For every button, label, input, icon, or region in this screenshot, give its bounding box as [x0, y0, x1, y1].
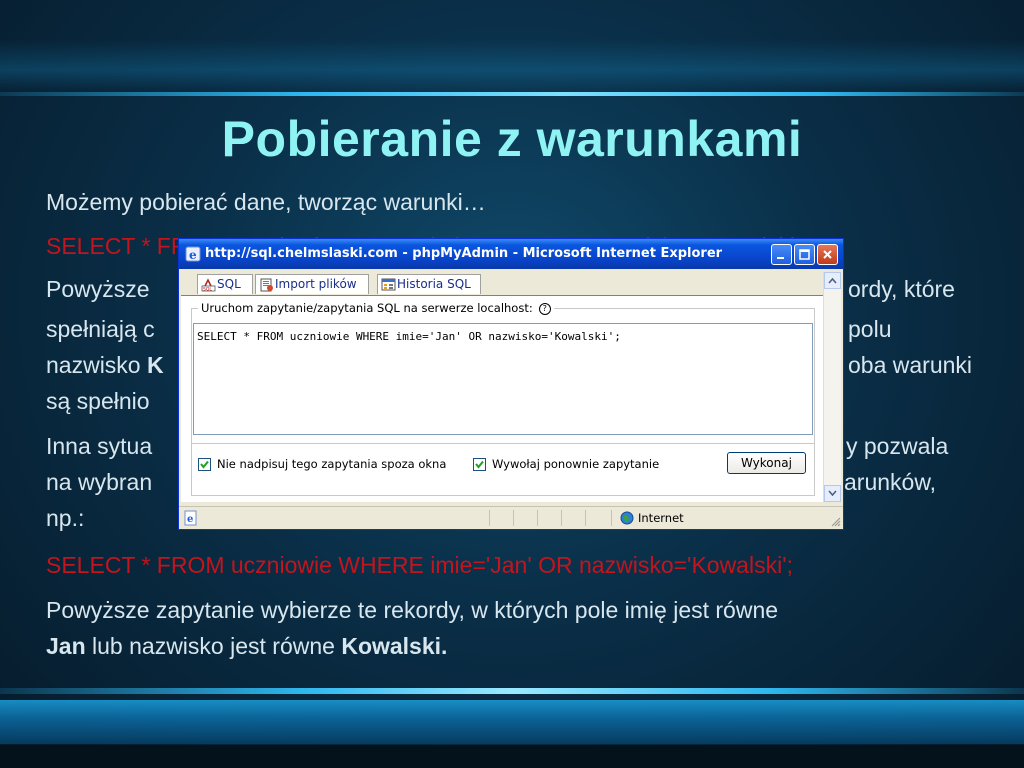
p6-bold-jan: Jan [46, 633, 86, 659]
ie-icon: e [185, 246, 201, 262]
rerun-query-label[interactable]: Wywołaj ponownie zapytanie [492, 457, 659, 471]
sql-query-fieldset: Uruchom zapytanie/zapytania SQL na serwe… [191, 301, 815, 496]
dont-overwrite-checkbox[interactable] [198, 458, 211, 471]
p6-text2: lub nazwisko jest równe [85, 633, 342, 659]
security-zone-label: Internet [638, 511, 684, 525]
ie-window[interactable]: e http://sql.chelmslaski.com - phpMyAdmi… [178, 238, 844, 530]
p3-line3-right: oba warunki [848, 352, 973, 378]
tab-history[interactable]: Historia SQL [377, 274, 481, 294]
status-separator [489, 510, 490, 526]
legend-text: Uruchom zapytanie/zapytania SQL na serwe… [201, 301, 533, 315]
decor-band-bottom [0, 700, 1024, 744]
fieldset-legend: Uruchom zapytanie/zapytania SQL na serwe… [198, 301, 554, 315]
slide-title: Pobieranie z warunkami [221, 111, 803, 167]
tab-history-label: Historia SQL [397, 277, 471, 291]
maximize-icon [799, 249, 810, 260]
svg-text:e: e [187, 514, 193, 525]
resize-grip-icon[interactable] [829, 515, 841, 527]
check-icon [200, 460, 209, 469]
vertical-scrollbar[interactable] [823, 272, 841, 502]
rerun-query-checkbox[interactable] [473, 458, 486, 471]
p4-line1-right: y pozwala [846, 433, 949, 459]
sql-example-or: SELECT * FROM uczniowie WHERE imie='Jan'… [46, 552, 793, 578]
status-separator [513, 510, 514, 526]
scroll-down-button[interactable] [824, 485, 841, 502]
svg-text:SQL: SQL [203, 287, 212, 293]
p3-line4-left: są spełnio [46, 388, 150, 414]
window-titlebar[interactable]: e http://sql.chelmslaski.com - phpMyAdmi… [179, 239, 843, 269]
scroll-up-button[interactable] [824, 272, 841, 289]
check-icon [475, 460, 484, 469]
chevron-up-icon [828, 277, 837, 284]
dont-overwrite-label[interactable]: Nie nadpisuj tego zapytania spoza okna [217, 457, 446, 471]
status-separator [537, 510, 538, 526]
execute-button[interactable]: Wykonaj [727, 452, 806, 474]
p3-line1-right: ordy, które [848, 276, 955, 302]
minimize-icon [777, 257, 784, 259]
tab-sql[interactable]: SQL SQL [197, 274, 253, 294]
tab-bar: SQL SQL Import plików Historia SQL [181, 269, 823, 295]
security-zone: Internet [620, 510, 684, 526]
p3-line1-left: Powyższe [46, 276, 150, 302]
options-row: Nie nadpisuj tego zapytania spoza okna W… [192, 443, 814, 484]
sql-query-textarea[interactable]: SELECT * FROM uczniowie WHERE imie='Jan'… [193, 323, 813, 435]
p6-bold-kowalski: Kowalski. [341, 633, 448, 659]
tab-import[interactable]: Import plików [255, 274, 369, 294]
page-icon: e [184, 510, 197, 526]
close-icon [823, 250, 832, 259]
paragraph-or-description: Powyższe zapytanie wybierze te rekordy, … [46, 592, 1006, 664]
help-icon[interactable]: ? [538, 303, 551, 315]
content-panel: Uruchom zapytanie/zapytania SQL na serwe… [181, 296, 823, 502]
close-button[interactable] [817, 244, 838, 265]
status-separator [585, 510, 586, 526]
sql-icon: SQL [201, 278, 216, 293]
tab-sql-label: SQL [217, 277, 241, 291]
status-separator [561, 510, 562, 526]
status-bar: e Internet [179, 506, 843, 529]
decor-line-top [0, 92, 1024, 96]
p3-line2-right: polu [848, 316, 892, 342]
status-separator [611, 510, 612, 526]
p3-line2-left: spełniają c [46, 316, 155, 342]
minimize-button[interactable] [771, 244, 792, 265]
maximize-button[interactable] [794, 244, 815, 265]
p4-line2-right: arunków, [844, 469, 937, 495]
svg-text:e: e [189, 248, 197, 262]
chevron-down-icon [828, 490, 837, 497]
window-title: http://sql.chelmslaski.com - phpMyAdmin … [205, 246, 723, 261]
history-icon [381, 278, 396, 291]
p3-line3-bold: K [147, 352, 164, 378]
import-icon [260, 278, 273, 292]
p4-line2-left: na wybran [46, 469, 153, 495]
p4-line1-left: Inna sytua [46, 433, 153, 459]
decor-footer [0, 745, 1024, 768]
tab-import-label: Import plików [275, 277, 357, 291]
globe-icon [620, 511, 634, 525]
decor-band-top [0, 40, 1024, 90]
paragraph-intro: Możemy pobierać dane, tworząc warunki… [46, 189, 486, 215]
p6-text1: Powyższe zapytanie wybierze te rekordy, … [46, 597, 779, 623]
p4-line3: np.: [46, 505, 85, 531]
decor-line-bottom [0, 688, 1024, 694]
p3-line3-left: nazwisko [46, 352, 141, 378]
